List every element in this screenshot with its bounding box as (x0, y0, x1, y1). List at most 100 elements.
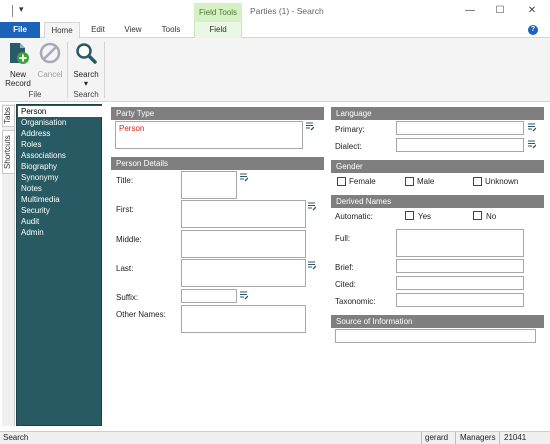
nav-item-person[interactable]: Person (18, 106, 102, 117)
tab-home[interactable]: Home (44, 22, 80, 39)
nav-item-associations[interactable]: Associations (18, 150, 102, 161)
document-plus-icon (10, 43, 29, 64)
nav-item-notes[interactable]: Notes (18, 183, 102, 194)
status-user: gerard (425, 433, 449, 442)
middle-label: Middle: (116, 235, 142, 244)
nav-item-roles[interactable]: Roles (18, 139, 102, 150)
ribbon-group-search: Search (73, 90, 99, 99)
qat-separator (12, 5, 13, 17)
nav-item-security[interactable]: Security (18, 205, 102, 216)
first-name-field[interactable] (181, 200, 306, 228)
notes-edit-icon[interactable] (528, 140, 536, 149)
new-record-label-line2: Record (5, 79, 31, 88)
new-record-button[interactable]: New Record (4, 41, 32, 88)
cited-name-field[interactable] (396, 276, 524, 290)
source-of-information-field[interactable] (335, 329, 536, 343)
person-details-header: Person Details (111, 157, 324, 170)
ribbon-group-file: File (28, 90, 42, 99)
party-type-header: Party Type (111, 107, 324, 120)
close-button[interactable]: ✕ (520, 2, 544, 19)
automatic-yes-label: Yes (418, 212, 432, 221)
title-label: Title: (116, 176, 134, 185)
notes-edit-icon[interactable] (308, 261, 316, 270)
side-tab-tabs[interactable]: Tabs (2, 105, 15, 127)
gender-header: Gender (331, 160, 544, 173)
last-label: Last: (116, 264, 134, 273)
taxonomic-name-field[interactable] (396, 293, 524, 307)
field-tools-context-label: Field Tools (194, 3, 242, 22)
female-label: Female (349, 177, 376, 186)
other-names-field[interactable] (181, 305, 306, 333)
help-icon[interactable]: ? (528, 25, 538, 35)
tab-view[interactable]: View (118, 22, 148, 38)
notes-edit-icon[interactable] (240, 291, 248, 300)
status-count: 21041 (504, 433, 527, 442)
dialect-field[interactable] (396, 138, 524, 152)
notes-edit-icon[interactable] (240, 173, 248, 182)
brief-label: Brief: (335, 263, 354, 272)
middle-name-field[interactable] (181, 230, 306, 258)
new-record-label-line1: New (9, 70, 26, 79)
tab-edit[interactable]: Edit (84, 22, 112, 38)
ribbon-tab-row (0, 22, 550, 38)
suffix-field[interactable] (181, 289, 237, 303)
nav-item-multimedia[interactable]: Multimedia (18, 194, 102, 205)
unknown-label: Unknown (485, 177, 519, 186)
nav-item-audit[interactable]: Audit (18, 216, 102, 227)
side-tab-shortcuts[interactable]: Shortcuts (2, 130, 15, 174)
status-separator (499, 432, 500, 444)
search-label: Search (73, 70, 99, 79)
status-text: Search (3, 433, 29, 442)
tab-field[interactable]: Field (194, 22, 242, 38)
notes-edit-icon[interactable] (306, 122, 314, 131)
first-label: First: (116, 205, 134, 214)
title-field[interactable] (181, 171, 237, 199)
status-separator (421, 432, 422, 444)
other-names-label: Other Names: (116, 310, 166, 319)
status-separator (455, 432, 456, 444)
module-nav: Person Organisation Address Roles Associ… (16, 104, 102, 426)
unknown-checkbox[interactable] (473, 177, 482, 186)
male-label: Male (417, 177, 435, 186)
status-group: Managers (460, 433, 496, 442)
ribbon-separator (104, 42, 105, 98)
male-checkbox[interactable] (405, 177, 414, 186)
tab-file[interactable]: File (0, 22, 40, 38)
search-dropdown-icon: ▾ (83, 79, 88, 88)
party-type-value: Person (119, 124, 145, 133)
nav-item-biography[interactable]: Biography (18, 161, 102, 172)
nav-item-admin[interactable]: Admin (18, 227, 102, 238)
window-title: Parties (1) - Search (250, 6, 324, 16)
brief-name-field[interactable] (396, 259, 524, 273)
magnifier-icon (76, 43, 97, 64)
derived-names-header: Derived Names (331, 195, 544, 208)
cancel-label: Cancel (37, 70, 63, 79)
nav-item-organisation[interactable]: Organisation (18, 117, 102, 128)
cancel-button[interactable]: Cancel (35, 41, 65, 79)
party-type-field[interactable]: Person (115, 121, 303, 149)
source-of-information-header: Source of Information (331, 315, 544, 328)
dialect-label: Dialect: (335, 142, 362, 151)
no-entry-icon (39, 42, 61, 64)
automatic-label: Automatic: (335, 212, 373, 221)
full-name-field[interactable] (396, 229, 524, 257)
primary-language-field[interactable] (396, 121, 524, 135)
notes-edit-icon[interactable] (528, 123, 536, 132)
notes-edit-icon[interactable] (308, 202, 316, 211)
maximize-button[interactable]: ☐ (488, 2, 512, 19)
full-label: Full: (335, 234, 351, 243)
female-checkbox[interactable] (337, 177, 346, 186)
minimize-button[interactable]: — (458, 2, 482, 19)
nav-item-synonymy[interactable]: Synonymy (18, 172, 102, 183)
quick-access-dropdown-icon[interactable]: ▾ (19, 4, 24, 15)
search-button[interactable]: Search ▾ (70, 41, 102, 88)
automatic-yes-checkbox[interactable] (405, 211, 414, 220)
tab-tools[interactable]: Tools (154, 22, 188, 38)
automatic-no-checkbox[interactable] (473, 211, 482, 220)
taxonomic-label: Taxonomic: (335, 297, 376, 306)
suffix-label: Suffix: (116, 293, 139, 302)
nav-item-address[interactable]: Address (18, 128, 102, 139)
cited-label: Cited: (335, 280, 356, 289)
language-header: Language (331, 107, 544, 120)
last-name-field[interactable] (181, 259, 306, 287)
